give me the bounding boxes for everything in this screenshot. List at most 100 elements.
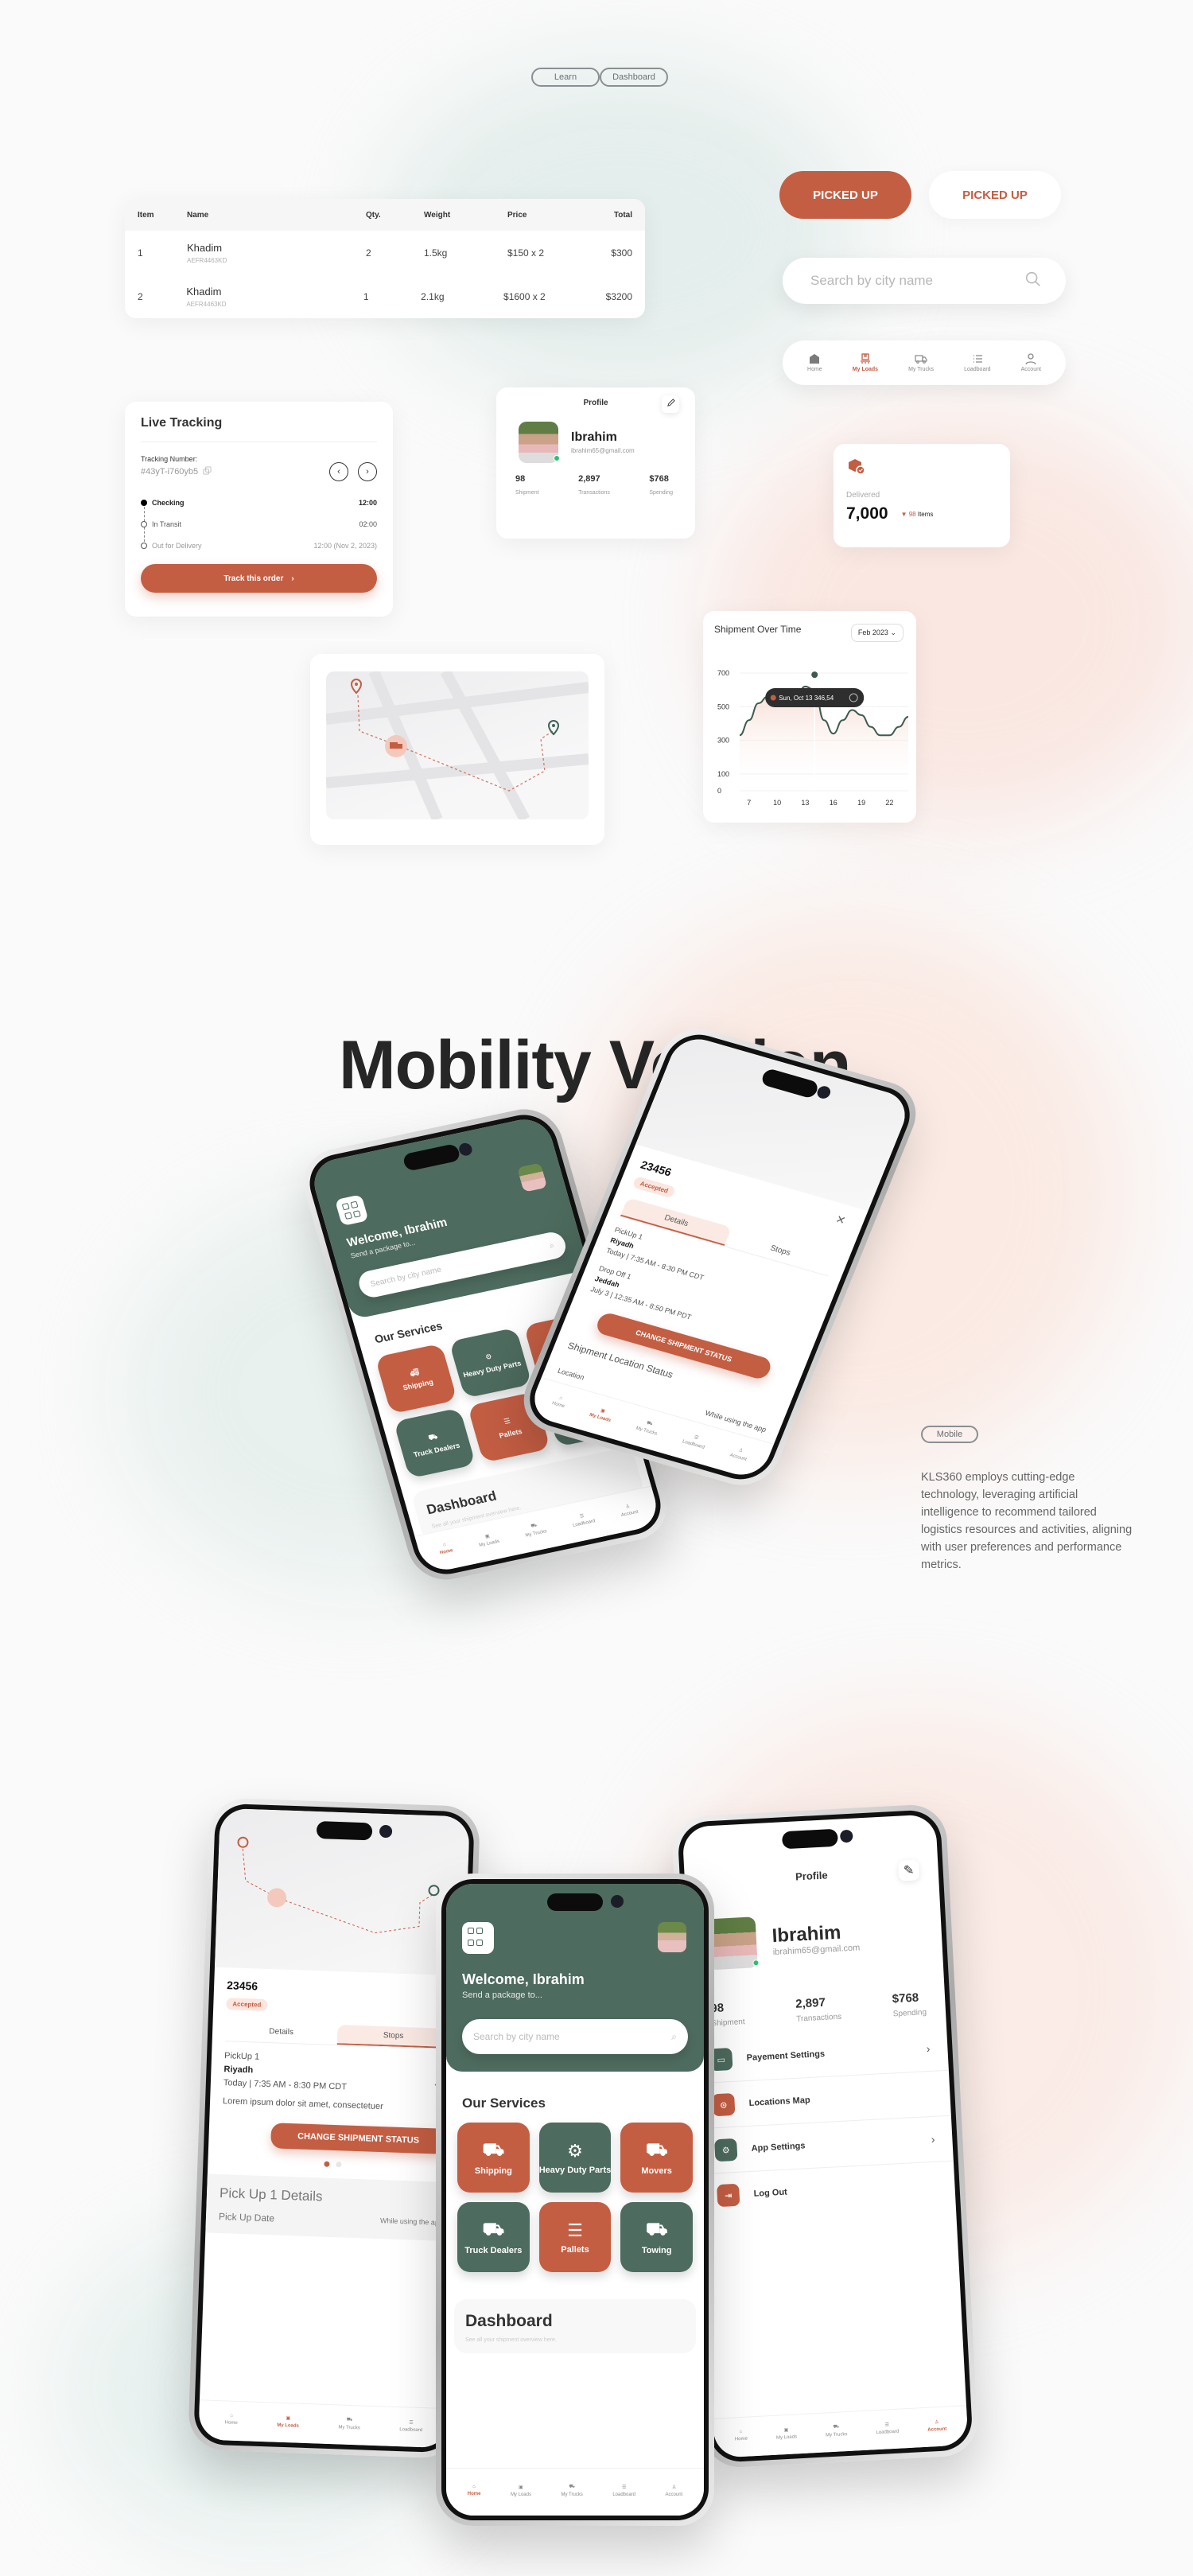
tab-loadboard[interactable]: ☰ Loadboard [399,2419,422,2433]
tab-my-loads[interactable]: ▣ My Loads [511,2485,531,2497]
tab-my-trucks[interactable]: ⛟ My Trucks [523,1521,547,1539]
tab-details[interactable]: Details [225,2021,338,2045]
phone-home: Welcome, Ibrahim Send a package to... Sea… [436,1874,714,2526]
phone-profile: Profile ✎ Ibrahim ibrahim65@gmail.com 98 S… [670,1803,980,2469]
welcome-text: Welcome, Ibrahim [462,1971,585,1987]
service-heavy-duty-parts[interactable]: ⚙ Heavy Duty Parts [449,1327,532,1399]
menu-grid-icon[interactable] [334,1194,369,1227]
tab-home[interactable]: ⌂ Home [734,2430,748,2442]
tab-my-trucks[interactable]: ⛟ My Trucks [635,1418,662,1437]
tab-account[interactable]: ♙ Account [666,2485,683,2497]
tab-account[interactable]: Account [1021,353,1041,372]
tab-home[interactable]: ⌂ Home [225,2413,239,2426]
mobile-tag: Mobile [921,1426,978,1443]
cell-sku: AEFR4463KD [186,300,227,308]
location-icon: ⊙ [712,2092,736,2117]
pickup-details: Pick Up 1 Details Pick Up Date While using… [205,2173,457,2242]
tab-my-loads[interactable]: ▣ My Loads [476,1531,500,1548]
tracking-number: #43yT-i760yb5 [141,467,199,477]
search-input[interactable]: Search by city name ⌕ [462,2019,688,2054]
tab-label: Home [807,367,822,372]
tab-my-trucks[interactable]: ⛟ My Trucks [561,2484,582,2497]
pagination-dots[interactable] [220,2158,445,2171]
col-total: Total [613,210,632,220]
dashboard-section[interactable]: Dashboard See all your shipment overview … [454,2299,696,2353]
picked-up-secondary-button[interactable]: PICKED UP [929,171,1061,219]
tab-my-loads[interactable]: My Loads [853,353,878,372]
avatar[interactable] [658,1922,686,1952]
data-point [833,733,834,734]
data-point [823,719,825,721]
profile-email: ibrahim65@gmail.com [571,447,635,454]
delivered-card: Delivered 7,000 ▼ 98 Items [834,444,1010,547]
cell-sku: AEFR4463KD [187,256,227,264]
service-pallets[interactable]: ☰ Pallets [538,2202,612,2272]
search-input[interactable] [810,273,1001,289]
search-icon[interactable] [1024,270,1042,292]
tab-account[interactable]: ♙ Account [729,1446,751,1462]
data-point [757,702,759,704]
profile-title: Profile [583,399,608,407]
gear-icon: ⚙ [714,2138,738,2162]
user-icon [1025,353,1036,364]
copy-icon[interactable] [203,466,212,477]
stat-shipment: 98 Shipment [515,474,539,496]
edit-button[interactable]: ✎ [898,1859,919,1881]
service-truck-dealers[interactable]: ⛟ Truck Dealers [393,1407,476,1479]
tab-account[interactable]: ♙ Account [927,2418,946,2433]
cell-qty: 2 [366,247,371,259]
tab-loadboard[interactable]: Loadboard [964,353,991,372]
table-row[interactable]: 2 Khadim AEFR4463KD 1 2.1kg $1600 x 2 $32… [125,274,645,318]
tab-loadboard[interactable]: ☰ Loadboard [570,1511,596,1527]
route-map[interactable] [326,671,589,819]
stat-spending: $768 Spending [649,474,673,496]
table-row[interactable]: 1 Khadim AEFR4463KD 2 1.5kg $150 x 2 $300 [125,231,645,274]
next-arrow-button[interactable]: › [358,462,377,481]
tab-my-loads[interactable]: ▣ My Loads [775,2426,797,2440]
service-towing[interactable]: ⛟Towing [620,2202,693,2272]
edit-button[interactable] [662,395,679,413]
bottom-tab-bar: ⌂ Home ▣ My Loads ⛟ My Trucks ☰ Loadboard ♙ A… [446,2468,704,2516]
menu-grid-icon[interactable] [462,1922,494,1954]
service-shipping[interactable]: ⛟ Shipping [457,2123,530,2193]
col-weight: Weight [424,210,451,220]
tab-loadboard[interactable]: ☰ Loadboard [682,1431,709,1450]
stat-shipment: 98 Shipment [709,2001,745,2029]
tab-my-loads[interactable]: ▣ My Loads [277,2415,299,2429]
service-movers[interactable]: ⛟Movers [620,2123,693,2193]
hero-description: KLS360 employs cutting-edge technology, … [921,1471,1133,1571]
avatar[interactable] [517,1162,548,1193]
tab-home[interactable]: Home [807,353,822,372]
service-shipping[interactable]: 🚚︎ Shipping [375,1343,458,1414]
tab-my-trucks[interactable]: ⛟ My Trucks [338,2416,360,2431]
col-price: Price [507,210,527,220]
tab-home[interactable]: ⌂ Home [551,1395,568,1410]
dashboard-button[interactable]: Dashboard [600,68,668,87]
learn-button[interactable]: Learn [531,68,600,87]
tab-loadboard[interactable]: ☰ Loadboard [612,2485,635,2497]
tab-my-trucks[interactable]: ⛟ My Trucks [825,2423,848,2438]
track-order-button[interactable]: Track this order › [141,564,377,593]
tab-my-trucks[interactable]: My Trucks [908,353,934,372]
search-bar[interactable] [783,258,1066,304]
tab-my-loads[interactable]: ▣ My Loads [589,1405,615,1423]
truck-marker-icon [385,735,407,757]
x-tick-label: 19 [857,799,865,807]
tab-home[interactable]: ⌂ Home [468,2485,481,2496]
prev-arrow-button[interactable]: ‹ [329,462,348,481]
live-tracking-card: Live Tracking Tracking Number: #43yT-i76… [125,402,393,617]
service-heavy-duty-parts[interactable]: ⚙ Heavy Duty Parts [538,2123,612,2193]
x-tick-label: 7 [747,799,751,807]
service-truck-dealers[interactable]: ⛟ Truck Dealers [457,2202,530,2272]
change-status-button[interactable]: CHANGE SHIPMENT STATUS [270,2123,447,2154]
tab-account[interactable]: ♙ Account [618,1502,639,1517]
map-card [310,654,604,845]
tab-loadboard[interactable]: ☰ Loadboard [876,2421,899,2435]
tab-stops[interactable]: Stops [336,2025,450,2049]
pallets-icon: ☰ [503,1416,511,1426]
tab-home[interactable]: ⌂ Home [437,1542,453,1556]
services-title: Our Services [462,2095,546,2111]
stat-transactions: 2,897 Transactions [578,474,610,496]
pencil-icon: ✎ [903,1863,915,1878]
picked-up-primary-button[interactable]: PICKED UP [779,171,911,219]
